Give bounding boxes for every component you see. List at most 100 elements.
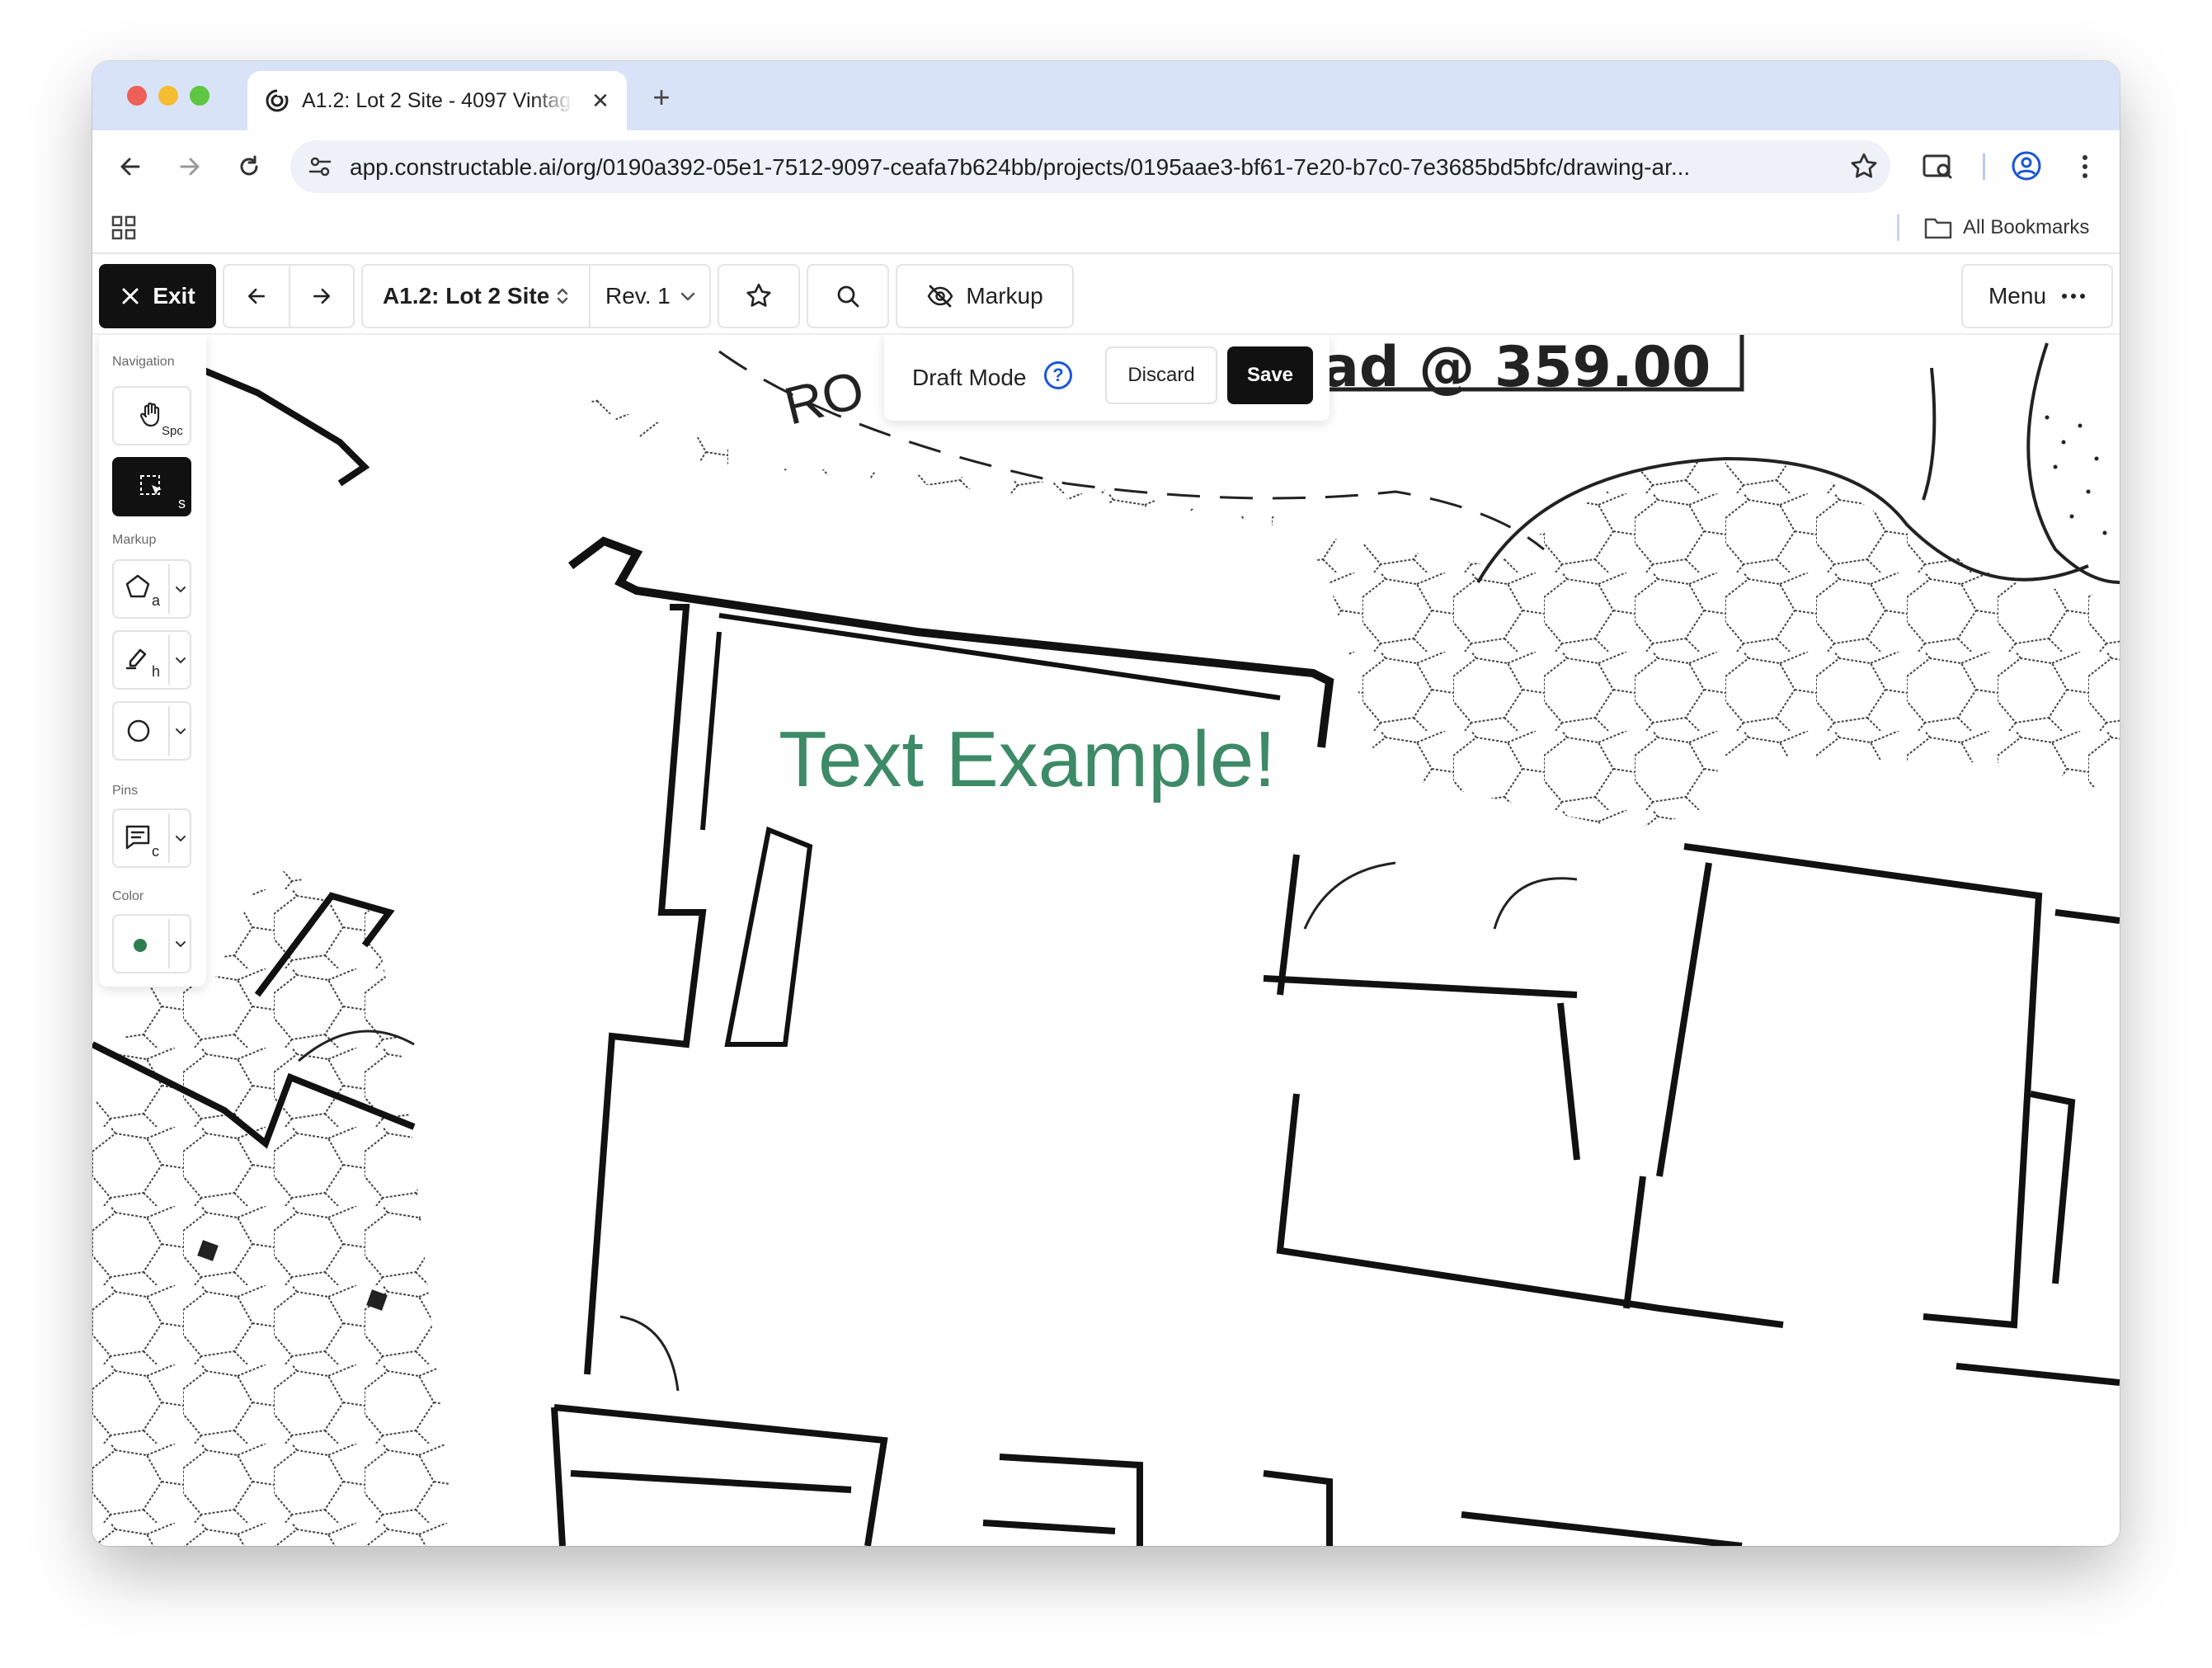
- history-nav-group: [223, 264, 355, 328]
- select-cursor-icon: [140, 475, 162, 495]
- note-pin-icon: [125, 825, 150, 850]
- markup-section-label: Markup: [112, 533, 157, 547]
- forward-button[interactable]: [170, 147, 209, 186]
- polygon-shortcut: a: [152, 592, 161, 609]
- more-horizontal-icon: [2062, 294, 2086, 299]
- polygon-tool-button[interactable]: a: [112, 559, 191, 619]
- revision-selector[interactable]: Rev. 1: [592, 266, 709, 327]
- markup-toggle-button[interactable]: Markup: [896, 264, 1074, 328]
- pan-tool-button[interactable]: Spc: [112, 386, 191, 445]
- sheet-selector[interactable]: A1.2: Lot 2 Site: [363, 266, 591, 327]
- arrow-right-icon: [180, 158, 200, 176]
- toolbar-divider: [1983, 153, 1985, 180]
- bookmarks-bar: All Bookmarks: [92, 203, 2120, 254]
- new-tab-button[interactable]: +: [643, 79, 680, 115]
- profile-icon[interactable]: [2009, 148, 2044, 183]
- star-icon: [746, 283, 771, 307]
- select-tool-button[interactable]: s: [112, 457, 191, 516]
- pan-shortcut: Spc: [162, 424, 183, 438]
- navigation-section-label: Navigation: [112, 355, 175, 369]
- url-text: app.constructable.ai/org/0190a392-05e1-7…: [350, 154, 1691, 180]
- reload-button[interactable]: [229, 147, 269, 186]
- color-options-toggle[interactable]: [168, 919, 191, 968]
- close-window-button[interactable]: [127, 86, 147, 106]
- chevron-down-icon: [176, 657, 186, 664]
- chevron-down-icon: [176, 941, 186, 948]
- folder-icon: [1924, 218, 1952, 239]
- pentagon-icon: [125, 574, 150, 598]
- save-button[interactable]: Save: [1227, 346, 1313, 404]
- pin-shortcut: c: [152, 843, 159, 860]
- tab-close-icon[interactable]: ✕: [586, 86, 615, 115]
- polygon-options-toggle[interactable]: [168, 564, 191, 614]
- browser-menu-icon[interactable]: [2068, 150, 2101, 183]
- eye-off-icon: [927, 285, 953, 308]
- sheet-revision-group: A1.2: Lot 2 Site Rev. 1: [361, 264, 711, 328]
- previous-sheet-button[interactable]: [224, 266, 290, 327]
- tab-title: A1.2: Lot 2 Site - 4097 Vintage: [302, 89, 574, 112]
- draft-help-icon[interactable]: ?: [1044, 361, 1072, 389]
- chevron-down-icon: [176, 728, 186, 735]
- pins-section-label: Pins: [112, 784, 139, 798]
- menu-label: Menu: [1988, 283, 2047, 309]
- road-label-left: RO: [779, 360, 870, 436]
- search-button[interactable]: [807, 264, 889, 328]
- bookmark-star-icon[interactable]: [1849, 152, 1879, 181]
- browser-tab-active[interactable]: A1.2: Lot 2 Site - 4097 Vintage ✕: [247, 71, 627, 130]
- bookmarks-divider: [1897, 214, 1899, 241]
- pin-tool-button[interactable]: c: [112, 808, 191, 868]
- select-shortcut: s: [178, 495, 186, 511]
- highlight-options-toggle[interactable]: [168, 635, 191, 685]
- favorite-button[interactable]: [718, 264, 800, 328]
- draft-mode-panel: Draft Mode ? Discard Save: [884, 335, 1330, 421]
- minimize-window-button[interactable]: [158, 86, 178, 106]
- discard-button[interactable]: Discard: [1105, 346, 1217, 404]
- circle-icon: [127, 719, 150, 742]
- arrow-right-icon: [313, 288, 331, 304]
- site-settings-icon[interactable]: [307, 153, 333, 180]
- tab-strip: A1.2: Lot 2 Site - 4097 Vintage ✕ +: [92, 61, 2120, 130]
- draft-mode-label: Draft Mode: [912, 365, 1027, 390]
- chevron-up-down-icon: [558, 288, 568, 304]
- road-label: ad @ 359.00: [1321, 335, 1711, 400]
- pin-options-toggle[interactable]: [168, 813, 191, 863]
- all-bookmarks[interactable]: All Bookmarks: [1923, 211, 2089, 244]
- all-bookmarks-label: All Bookmarks: [1963, 216, 2090, 238]
- browser-toolbar: app.constructable.ai/org/0190a392-05e1-7…: [92, 130, 2120, 203]
- highlight-tool-button[interactable]: h: [112, 630, 191, 690]
- text-markup[interactable]: Text Example!: [779, 714, 1276, 805]
- highlighter-icon: [125, 648, 147, 670]
- maximize-window-button[interactable]: [190, 86, 209, 106]
- color-section-label: Color: [112, 889, 144, 903]
- markup-label: Markup: [966, 283, 1043, 309]
- drawing-canvas[interactable]: RO ad @ 359.00 Text Example! Navigation …: [92, 335, 2120, 1546]
- site-plan-drawing: RO ad @ 359.00: [92, 335, 2120, 1546]
- next-sheet-button[interactable]: [290, 266, 353, 327]
- menu-button[interactable]: Menu: [1961, 264, 2113, 328]
- color-picker-button[interactable]: [112, 914, 191, 973]
- sheet-name: A1.2: Lot 2 Site: [383, 283, 550, 309]
- arrow-left-icon: [120, 158, 140, 176]
- apps-grid-icon[interactable]: [111, 214, 137, 241]
- reload-icon: [240, 155, 258, 176]
- circle-tool-button[interactable]: [112, 701, 191, 761]
- chevron-down-icon: [680, 292, 695, 301]
- browser-window: A1.2: Lot 2 Site - 4097 Vintage ✕ + app.…: [92, 61, 2120, 1546]
- chevron-down-icon: [176, 836, 186, 842]
- chevron-down-icon: [176, 587, 186, 593]
- exit-button[interactable]: Exit: [99, 264, 216, 328]
- constructable-app: Exit A1.2: Lot 2 Site Rev. 1 Markup Menu…: [92, 254, 2120, 1546]
- highlight-shortcut: h: [152, 663, 161, 680]
- app-toolbar: Exit A1.2: Lot 2 Site Rev. 1 Markup Menu: [92, 254, 2120, 335]
- close-icon: [122, 288, 139, 304]
- constructable-logo-icon: [266, 89, 289, 112]
- back-button[interactable]: [111, 147, 150, 186]
- revision-label: Rev. 1: [605, 283, 671, 309]
- search-icon: [837, 285, 859, 308]
- current-color-swatch: [134, 939, 147, 952]
- tab-search-icon[interactable]: [1922, 150, 1955, 183]
- address-bar[interactable]: app.constructable.ai/org/0190a392-05e1-7…: [290, 140, 1890, 193]
- exit-label: Exit: [153, 283, 195, 309]
- circle-options-toggle[interactable]: [168, 706, 191, 756]
- arrow-left-icon: [247, 288, 266, 304]
